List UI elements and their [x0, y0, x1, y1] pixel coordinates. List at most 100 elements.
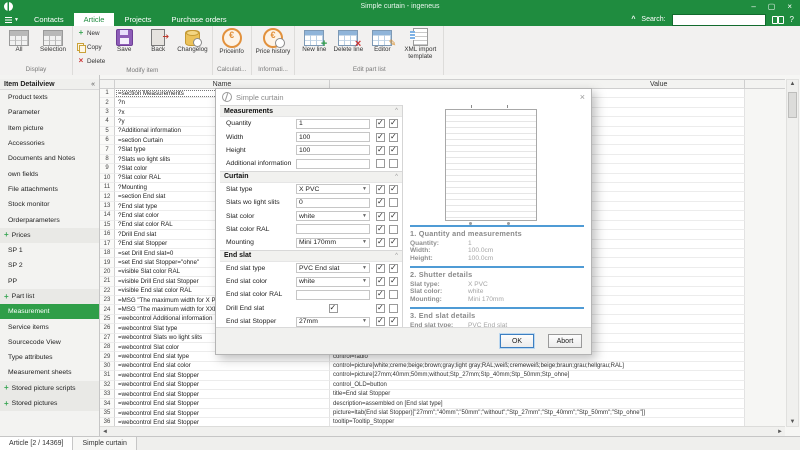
print-flag-checkbox[interactable] — [389, 146, 398, 155]
section-header-measurements[interactable]: Measurements^ — [220, 105, 402, 117]
visible-flag-checkbox[interactable] — [376, 119, 385, 128]
print-flag-checkbox[interactable] — [389, 277, 398, 286]
ribbon-button-new[interactable]: +New — [77, 29, 105, 37]
visible-flag-checkbox[interactable] — [376, 317, 385, 326]
visible-flag-checkbox[interactable] — [376, 198, 385, 207]
dropdown-arrow-icon[interactable]: ▼ — [362, 187, 367, 192]
sidebar-item-parameter[interactable]: Parameter — [0, 105, 99, 120]
table-row[interactable]: 34=webcontrol End slat Stopperdescriptio… — [100, 399, 745, 408]
document-tab-simple-curtain[interactable]: Simple curtain — [73, 437, 136, 450]
quantity-input[interactable]: 1 — [296, 119, 370, 129]
end-slat-color-ral-input[interactable] — [296, 290, 370, 300]
name-cell[interactable]: =webcontrol End slat color — [115, 362, 330, 371]
drill-end-slat-input[interactable] — [296, 303, 370, 313]
tab-purchase-orders[interactable]: Purchase orders — [162, 13, 237, 26]
table-row[interactable]: 35=webcontrol End slat Stopperpicture=lt… — [100, 409, 745, 418]
collapse-section-icon[interactable]: ^ — [395, 253, 398, 259]
name-cell[interactable]: =webcontrol End slat Stopper — [115, 381, 330, 390]
sidebar-item-stock-monitor[interactable]: Stock monitor — [0, 197, 99, 212]
name-cell[interactable]: =webcontrol End slat Stopper — [115, 409, 330, 418]
additional-information-input[interactable] — [296, 159, 370, 169]
print-flag-checkbox[interactable] — [389, 317, 398, 326]
sidebar-item-type-attributes[interactable]: Type attributes — [0, 350, 99, 365]
close-icon[interactable]: × — [787, 3, 792, 11]
sidebar-item-documents-and-notes[interactable]: Documents and Notes — [0, 151, 99, 166]
dropdown-arrow-icon[interactable]: ▼ — [362, 214, 367, 219]
visible-flag-checkbox[interactable] — [376, 185, 385, 194]
value-cell[interactable]: control=picture[white;creme;beige;brown;… — [330, 362, 745, 371]
vertical-scrollbar[interactable]: ▲ ▼ — [786, 79, 799, 427]
ribbon-button-all[interactable]: All — [2, 26, 36, 54]
ribbon-button-selection[interactable]: Selection — [36, 26, 70, 54]
print-flag-checkbox[interactable] — [389, 185, 398, 194]
scrollbar-thumb[interactable] — [788, 92, 797, 118]
sidebar-item-item-picture[interactable]: Item picture — [0, 121, 99, 136]
visible-flag-checkbox[interactable] — [376, 277, 385, 286]
print-flag-checkbox[interactable] — [389, 225, 398, 234]
name-cell[interactable]: =webcontrol End slat Stopper — [115, 390, 330, 399]
minimize-icon[interactable]: – — [751, 3, 755, 11]
tab-projects[interactable]: Projects — [114, 13, 161, 26]
sidebar-item-file-attachments[interactable]: File attachments — [0, 182, 99, 197]
height-input[interactable]: 100 — [296, 145, 370, 155]
visible-flag-checkbox[interactable] — [376, 225, 385, 234]
document-tab-article-2-14369[interactable]: Article [2 / 14369] — [0, 437, 73, 450]
slat-type-input[interactable]: X PVC▼ — [296, 184, 370, 194]
sidebar-item-measurement[interactable]: Measurement — [0, 304, 99, 319]
abort-button[interactable]: Abort — [548, 334, 582, 348]
tab-article[interactable]: Article — [74, 13, 115, 26]
visible-flag-checkbox[interactable] — [376, 304, 385, 313]
print-flag-checkbox[interactable] — [389, 304, 398, 313]
help-icon[interactable]: ? — [790, 15, 794, 24]
ribbon-button-delete[interactable]: ×Delete — [77, 57, 105, 65]
table-row[interactable]: 31=webcontrol End slat Stoppercontrol=pi… — [100, 371, 745, 380]
ribbon-button-changelog[interactable]: Changelog — [175, 26, 209, 54]
ribbon-button-copy[interactable]: Copy — [77, 43, 105, 51]
horizontal-scrollbar[interactable]: ◄ ► — [100, 426, 785, 436]
end-slat-stopper-input[interactable]: 27mm▼ — [296, 317, 370, 327]
ribbon-button-new-line[interactable]: New line — [297, 26, 331, 54]
value-cell[interactable]: picture=ltab(End slat Stopper)["27mm";"4… — [330, 409, 745, 418]
ribbon-button-price-history[interactable]: Price history — [254, 26, 293, 56]
section-header-curtain[interactable]: Curtain^ — [220, 171, 402, 183]
visible-flag-checkbox[interactable] — [376, 133, 385, 142]
scroll-up-icon[interactable]: ▲ — [787, 81, 798, 87]
print-flag-checkbox[interactable] — [389, 119, 398, 128]
visible-flag-checkbox[interactable] — [376, 264, 385, 273]
tab-contacts[interactable]: Contacts — [24, 13, 74, 26]
sidebar-item-part-list[interactable]: +Part list — [0, 289, 99, 304]
value-cell[interactable]: description=assembled on [End slat type] — [330, 399, 745, 408]
dropdown-arrow-icon[interactable]: ▼ — [362, 319, 367, 324]
slat-color-ral-input[interactable] — [296, 224, 370, 234]
ribbon-button-priceinfo[interactable]: Priceinfo — [215, 26, 249, 56]
end-slat-type-input[interactable]: PVC End slat▼ — [296, 263, 370, 273]
mounting-input[interactable]: Mini 170mm▼ — [296, 238, 370, 248]
value-cell[interactable]: control_OLD=button — [330, 381, 745, 390]
sidebar-item-own-fields[interactable]: own fields — [0, 166, 99, 181]
print-flag-checkbox[interactable] — [389, 159, 398, 168]
ribbon-button-editor[interactable]: Editor — [365, 26, 399, 54]
sidebar-item-sourcecode-view[interactable]: Sourcecode View — [0, 335, 99, 350]
name-cell[interactable]: =webcontrol End slat Stopper — [115, 399, 330, 408]
sidebar-item-accessories[interactable]: Accessories — [0, 136, 99, 151]
table-row[interactable]: 33=webcontrol End slat Stoppertitle=End … — [100, 390, 745, 399]
visible-flag-checkbox[interactable] — [376, 238, 385, 247]
value-cell[interactable]: control=picture[27mm;40mm;50mm;without;S… — [330, 371, 745, 380]
visible-flag-checkbox[interactable] — [376, 146, 385, 155]
ok-button[interactable]: OK — [500, 334, 534, 348]
section-header-end-slat[interactable]: End slat^ — [220, 250, 402, 262]
collapse-section-icon[interactable]: ^ — [395, 108, 398, 114]
scroll-down-icon[interactable]: ▼ — [787, 419, 798, 425]
sidebar-item-prices[interactable]: +Prices — [0, 228, 99, 243]
value-cell[interactable]: title=End slat Stopper — [330, 390, 745, 399]
print-flag-checkbox[interactable] — [389, 198, 398, 207]
sidebar-item-sp-2[interactable]: SP 2 — [0, 258, 99, 273]
visible-flag-checkbox[interactable] — [376, 159, 385, 168]
binoculars-icon[interactable] — [772, 16, 784, 23]
end-slat-color-input[interactable]: white▼ — [296, 277, 370, 287]
ribbon-collapse-button[interactable]: ^ — [631, 16, 635, 23]
print-flag-checkbox[interactable] — [389, 212, 398, 221]
print-flag-checkbox[interactable] — [389, 264, 398, 273]
sidebar-item-pp[interactable]: PP — [0, 274, 99, 289]
scroll-left-icon[interactable]: ◄ — [102, 429, 108, 435]
